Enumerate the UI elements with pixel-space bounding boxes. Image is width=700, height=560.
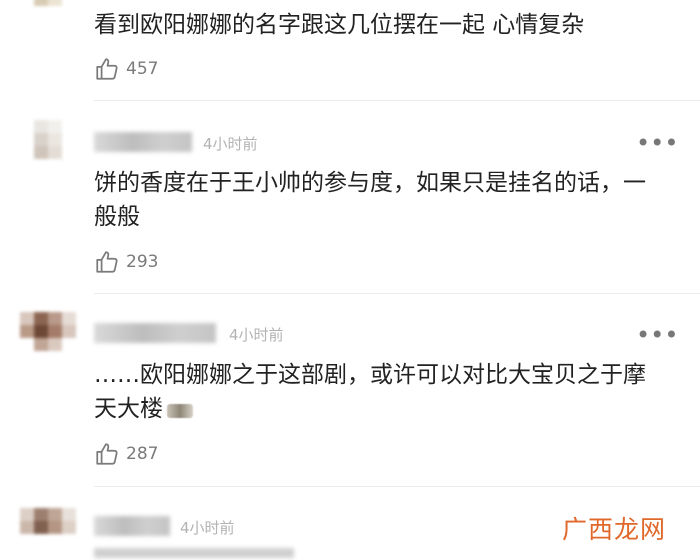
like-count: 293 [126, 252, 159, 272]
like-button[interactable]: 293 [94, 249, 158, 275]
like-button[interactable]: 287 [94, 441, 158, 467]
like-count: 287 [126, 444, 159, 464]
more-options-button[interactable]: ••• [636, 323, 678, 347]
comment-text: 看到欧阳娜娜的名字跟这几位摆在一起 心情复杂 [94, 12, 585, 38]
divider [94, 486, 700, 487]
avatar[interactable] [20, 0, 76, 32]
thumbs-up-icon [96, 251, 118, 273]
username[interactable] [94, 132, 192, 152]
avatar[interactable] [20, 508, 76, 560]
avatar[interactable] [20, 312, 76, 364]
timestamp: 4小时前 [180, 519, 235, 537]
more-options-button[interactable]: ••• [636, 131, 678, 155]
timestamp: 4小时前 [229, 326, 284, 344]
comment-text-preview [94, 548, 294, 558]
divider [94, 293, 700, 294]
watermark-logo: 广西龙网 [562, 515, 667, 544]
divider [94, 100, 700, 101]
username[interactable] [94, 516, 170, 536]
timestamp: 4小时前 [203, 135, 258, 153]
emoji-icon [167, 404, 193, 418]
username[interactable] [94, 323, 216, 343]
thumbs-up-icon [96, 443, 118, 465]
comment-text: 饼的香度在于王小帅的参与度，如果只是挂名的话，一般般 [94, 170, 646, 230]
like-button[interactable]: 457 [94, 56, 158, 82]
like-count: 457 [126, 59, 159, 79]
avatar[interactable] [20, 120, 76, 172]
thumbs-up-icon [96, 58, 118, 80]
comment-text: ……欧阳娜娜之于这部剧，或许可以对比大宝贝之于摩天大楼 [94, 358, 664, 426]
